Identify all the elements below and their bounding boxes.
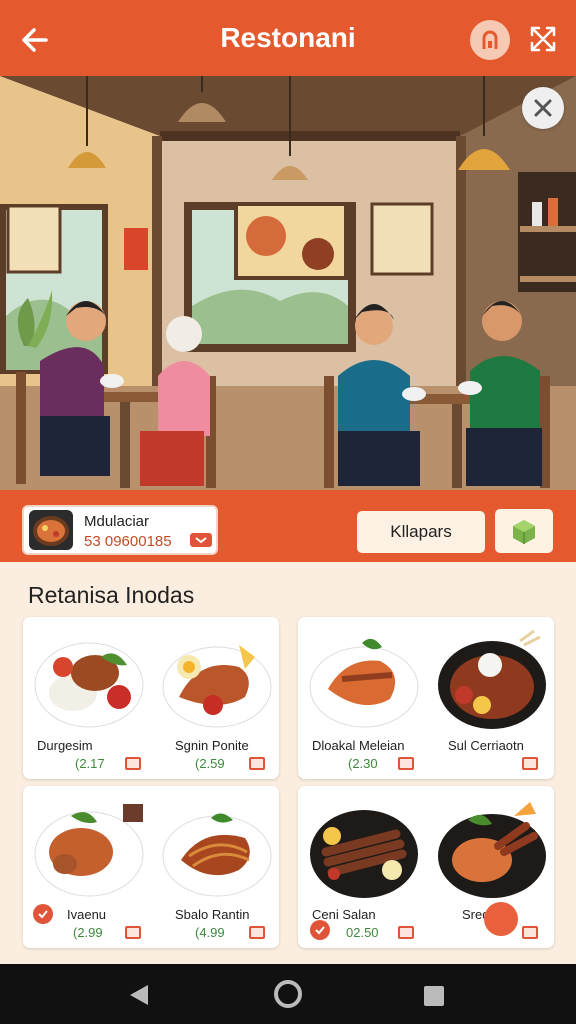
dish-name: Sul Cerriaotn [448,738,524,753]
dish-price: 02.50 [346,925,379,940]
add-to-cart-icon[interactable] [398,757,414,770]
nav-home-button[interactable] [274,980,302,1008]
dish-image [34,804,144,897]
box-button[interactable] [495,509,553,553]
dish-name: Ivaenu [67,907,107,922]
nav-back-button[interactable] [128,983,150,1012]
dish-image [310,810,418,898]
dish-price: (4.99 [195,925,225,940]
expand-icon [530,26,556,52]
dish-card[interactable]: Durgesim (2.17 Sgnin Ponite (2.59 [23,617,279,779]
primary-action-button[interactable]: Kllapars [357,511,485,553]
dish-name: Ceni Salan [312,907,376,922]
dish-image [438,629,546,729]
add-to-cart-icon[interactable] [125,926,141,939]
section-title: Retanisa Inodas [28,582,195,608]
restaurant-code: 53 09600185 [84,533,172,550]
dish-name: Sgnin Ponite [175,738,249,753]
check-icon[interactable] [310,920,330,940]
lock-button[interactable] [470,20,510,60]
restaurant-card[interactable]: Mdulaciar 53 09600185 [22,505,218,555]
dish-name: Dloakal Meleian [312,738,405,753]
dish-image [162,645,272,728]
dish-price: (2.17 [75,756,105,771]
dish-name: Sbalo Rantin [175,907,250,922]
add-to-cart-icon[interactable] [249,926,265,939]
app-header: Restonani [0,0,576,76]
nav-recents-button[interactable] [424,986,444,1006]
dish-image [309,638,419,728]
dish-price: (2.99 [73,925,103,940]
close-button[interactable] [522,87,564,129]
add-to-cart-icon[interactable] [522,926,538,939]
restaurant-hero-image [0,76,576,490]
dish-price: (2.30 [348,756,378,771]
close-icon [534,99,552,117]
restaurant-thumbnail [29,510,73,550]
dish-image [162,813,272,897]
dish-image [438,802,546,898]
floating-action-button[interactable] [484,902,518,936]
check-icon[interactable] [33,904,53,924]
add-to-cart-icon[interactable] [249,757,265,770]
add-to-cart-icon[interactable] [522,757,538,770]
add-to-cart-icon[interactable] [125,757,141,770]
dish-card[interactable]: Dloakal Meleian (2.30 Sul Cerriaotn [298,617,554,779]
dish-card[interactable]: Ivaenu (2.99 Sbalo Rantin (4.99 [23,786,279,948]
nav-back-icon [130,985,148,1005]
dish-price: (2.59 [195,756,225,771]
dish-image [34,642,144,728]
restaurant-name: Mdulaciar [84,513,150,530]
lock-icon [482,30,498,49]
dish-name: Durgesim [37,738,93,753]
expand-button[interactable] [524,20,562,58]
chevron-down-icon[interactable] [190,533,212,547]
add-to-cart-icon[interactable] [398,926,414,939]
box-icon [513,520,535,544]
